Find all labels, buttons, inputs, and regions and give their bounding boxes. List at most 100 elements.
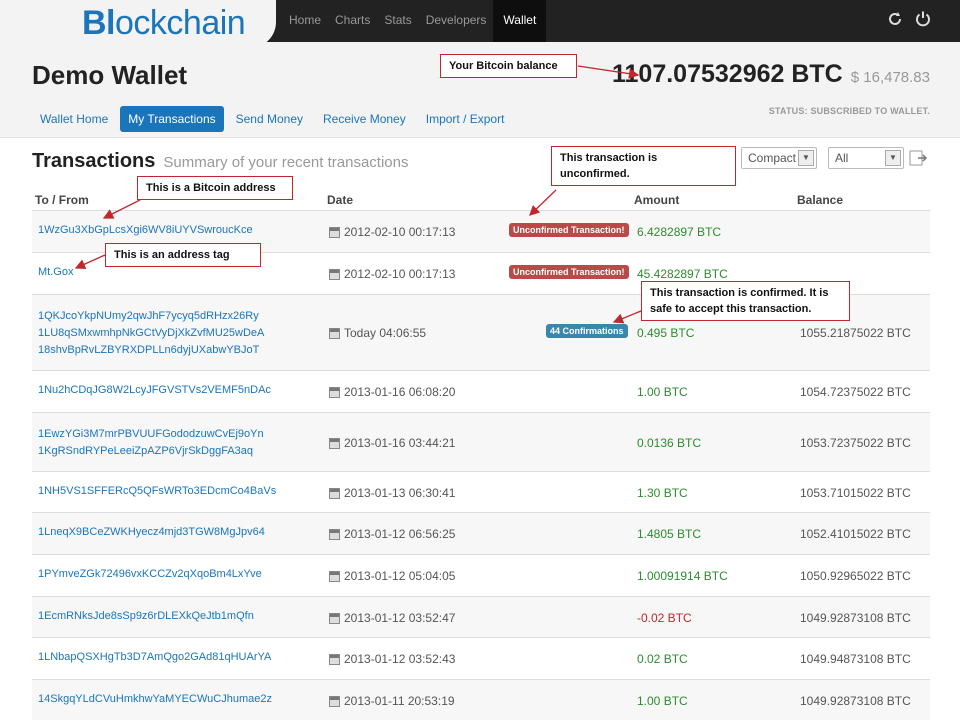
address-list: 1LneqX9BCeZWKHyecz4mjd3TGW8MgJpv64 [38, 524, 265, 541]
tab-import-export[interactable]: Import / Export [418, 106, 513, 132]
balance-annotation: Your Bitcoin balance [440, 54, 577, 78]
chevron-down-icon: ▼ [798, 150, 814, 166]
address-annotation: This is a Bitcoin address [137, 176, 293, 200]
tab-my-transactions[interactable]: My Transactions [120, 106, 224, 132]
tx-date: 2013-01-12 03:52:43 [329, 652, 455, 666]
table-row[interactable]: 1PYmveZGk72496vxKCCZv2qXqoBm4LxYve 2013-0… [32, 554, 930, 596]
nav-icons [886, 10, 932, 28]
calendar-icon [329, 695, 340, 707]
tx-date-text: 2013-01-12 03:52:43 [344, 652, 456, 666]
address-list: 1QKJcoYkpNUmy2qwJhF7ycyq5dRHzx26Ry 1LU8qS… [38, 308, 264, 359]
section-heading: Transactions Summary of your recent tran… [32, 150, 409, 173]
calendar-icon [329, 653, 340, 665]
power-icon[interactable] [914, 10, 932, 28]
table-row[interactable]: 1Nu2hCDqJG8W2LcyJFGVSTVs2VEMF5nDAc 2013-0… [32, 370, 930, 412]
wallet-tabs: Wallet Home My Transactions Send Money Rece… [32, 106, 512, 132]
table-row[interactable]: 1LneqX9BCeZWKHyecz4mjd3TGW8MgJpv64 2013-0… [32, 512, 930, 554]
calendar-icon [329, 612, 340, 624]
address-link[interactable]: 1PYmveZGk72496vxKCCZv2qXqoBm4LxYve [38, 566, 262, 583]
table-row[interactable]: 14SkgqYLdCVuHmkhwYaMYECWuCJhumae2z 2013-0… [32, 679, 930, 720]
confirmations-badge[interactable]: 44 Confirmations [546, 324, 628, 338]
address-link[interactable]: 1LneqX9BCeZWKHyecz4mjd3TGW8MgJpv64 [38, 524, 265, 541]
section-title: Transactions [32, 150, 156, 172]
blockchain-logo[interactable]: Blockchain [0, 0, 276, 48]
address-link[interactable]: 1QKJcoYkpNUmy2qwJhF7ycyq5dRHzx26Ry [38, 308, 264, 325]
address-list: 1Nu2hCDqJG8W2LcyJFGVSTVs2VEMF5nDAc [38, 382, 271, 399]
page-title: Demo Wallet [32, 60, 188, 90]
tx-date-text: 2013-01-12 06:56:25 [344, 527, 456, 541]
tx-date: 2013-01-11 20:53:19 [329, 694, 455, 708]
tx-balance: 1049.92873108 BTC [800, 611, 911, 625]
address-link[interactable]: 1LU8qSMxwmhpNkGCtVyDjXkZvfMU25wDeA [38, 325, 264, 342]
tx-balance: 1054.72375022 BTC [800, 385, 911, 399]
calendar-icon [329, 268, 340, 280]
balance-usd: $ 16,478.83 [850, 69, 930, 86]
subscription-status: STATUS: SUBSCRIBED TO WALLET. [768, 106, 930, 116]
tx-date: 2013-01-16 06:08:20 [329, 385, 455, 399]
address-link[interactable]: 1NH5VS1SFFERcQ5QFsWRTo3EDcmCo4BaVs [38, 483, 276, 500]
tx-amount: 1.4805 BTC [637, 527, 702, 541]
table-row[interactable]: 1LNbapQSXHgTb3D7AmQgo2GAd81qHUArYA 2013-0… [32, 637, 930, 679]
table-row[interactable]: 1EcmRNksJde8sSp9z6rDLEXkQeJtb1mQfn 2013-0… [32, 596, 930, 637]
address-link[interactable]: 14SkgqYLdCVuHmkhwYaMYECWuCJhumae2z [38, 691, 272, 708]
tx-balance: 1055.21875022 BTC [800, 326, 911, 340]
address-link[interactable]: Mt.Gox [38, 264, 73, 281]
type-filter-select[interactable]: All ▼ [828, 147, 904, 169]
chevron-down-icon: ▼ [885, 150, 901, 166]
tx-amount: 1.30 BTC [637, 486, 688, 500]
nav-wallet[interactable]: Wallet [493, 0, 547, 42]
tx-amount: 6.4282897 BTC [637, 225, 722, 239]
tx-date-text: 2012-02-10 00:17:13 [344, 225, 456, 239]
address-link[interactable]: 1LNbapQSXHgTb3D7AmQgo2GAd81qHUArYA [38, 649, 271, 666]
tx-date-text: 2012-02-10 00:17:13 [344, 267, 456, 281]
tx-date-text: 2013-01-12 05:04:05 [344, 569, 456, 583]
nav-developers[interactable]: Developers [419, 0, 494, 42]
address-link[interactable]: 1KgRSndRYPeLeeiZpAZP6VjrSkDggFA3aq [38, 443, 264, 460]
tx-date: 2013-01-12 03:52:47 [329, 611, 455, 625]
tx-date-text: 2013-01-16 03:44:21 [344, 436, 456, 450]
tx-date-text: Today 04:06:55 [344, 326, 427, 340]
address-link[interactable]: 1EcmRNksJde8sSp9z6rDLEXkQeJtb1mQfn [38, 608, 254, 625]
tx-date: 2013-01-12 06:56:25 [329, 527, 455, 541]
address-link[interactable]: 1EwzYGi3M7mrPBVUUFGododzuwCvEj9oYn [38, 426, 264, 443]
nav-charts[interactable]: Charts [328, 0, 377, 42]
type-filter-value: All [835, 151, 849, 165]
calendar-icon [329, 437, 340, 449]
column-date: Date [327, 193, 354, 207]
column-amount: Amount [634, 193, 680, 207]
nav-home[interactable]: Home [282, 0, 328, 42]
unconfirmed-badge[interactable]: Unconfirmed Transaction! [509, 265, 629, 279]
tx-amount: 45.4282897 BTC [637, 267, 728, 281]
tx-balance: 1053.71015022 BTC [800, 486, 911, 500]
confirmed-annotation: This transaction is confirmed. It is saf… [641, 281, 850, 321]
table-row[interactable]: 1EwzYGi3M7mrPBVUUFGododzuwCvEj9oYn 1KgRSn… [32, 412, 930, 471]
tx-date: 2013-01-13 06:30:41 [329, 486, 455, 500]
address-list: 1WzGu3XbGpLcsXgi6WV8iUYVSwroucKce [38, 222, 253, 239]
tx-balance: 1050.92965022 BTC [800, 569, 911, 583]
address-list: 1NH5VS1SFFERcQ5QFsWRTo3EDcmCo4BaVs [38, 483, 276, 500]
tx-date: 2013-01-12 05:04:05 [329, 569, 455, 583]
calendar-icon [329, 528, 340, 540]
unconfirmed-badge[interactable]: Unconfirmed Transaction! [509, 223, 629, 237]
tx-date: 2013-01-16 03:44:21 [329, 436, 455, 450]
export-icon[interactable] [908, 148, 928, 168]
view-mode-select[interactable]: Compact ▼ [741, 147, 817, 169]
address-link[interactable]: 1WzGu3XbGpLcsXgi6WV8iUYVSwroucKce [38, 222, 253, 239]
tag-annotation: This is an address tag [105, 243, 261, 267]
tab-receive-money[interactable]: Receive Money [315, 106, 414, 132]
nav-stats[interactable]: Stats [377, 0, 418, 42]
address-list: 1EcmRNksJde8sSp9z6rDLEXkQeJtb1mQfn [38, 608, 254, 625]
tx-amount: 1.00 BTC [637, 385, 688, 399]
tx-amount: 1.00 BTC [637, 694, 688, 708]
calendar-icon [329, 570, 340, 582]
tx-date: 2012-02-10 00:17:13 [329, 267, 455, 281]
address-link[interactable]: 1Nu2hCDqJG8W2LcyJFGVSTVs2VEMF5nDAc [38, 382, 271, 399]
tab-send-money[interactable]: Send Money [228, 106, 311, 132]
refresh-icon[interactable] [886, 10, 904, 28]
address-list: 14SkgqYLdCVuHmkhwYaMYECWuCJhumae2z [38, 691, 272, 708]
address-list: 1EwzYGi3M7mrPBVUUFGododzuwCvEj9oYn 1KgRSn… [38, 426, 264, 460]
tx-balance: 1049.94873108 BTC [800, 652, 911, 666]
tab-wallet-home[interactable]: Wallet Home [32, 106, 116, 132]
table-row[interactable]: 1NH5VS1SFFERcQ5QFsWRTo3EDcmCo4BaVs 2013-0… [32, 471, 930, 512]
address-link[interactable]: 18shvBpRvLZBYRXDPLLn6dyjUXabwYBJoT [38, 342, 264, 359]
